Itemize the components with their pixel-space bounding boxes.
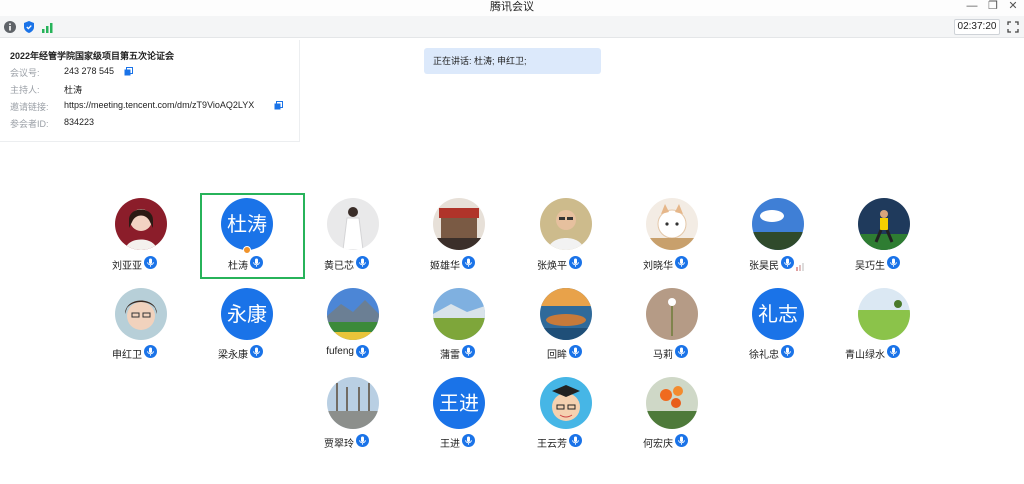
participant-avatar[interactable]: 杜涛: [221, 198, 273, 250]
host-label: 主持人:: [10, 85, 40, 95]
participant-avatar[interactable]: [327, 288, 379, 340]
participant-name: 青山绿水: [845, 350, 885, 361]
participant-id-label: 参会者ID:: [10, 119, 49, 129]
microphone-icon[interactable]: [144, 345, 157, 358]
participant-avatar[interactable]: [540, 288, 592, 340]
restore-icon[interactable]: ❐: [983, 0, 1003, 14]
participant-avatar[interactable]: [433, 288, 485, 340]
window-title: 腾讯会议: [490, 1, 534, 13]
invite-link[interactable]: https://meeting.tencent.com/dm/zT9VioAQ2…: [64, 100, 254, 110]
participant-name: 王进: [440, 439, 460, 450]
shield-icon[interactable]: [22, 20, 36, 34]
toolbar: [0, 16, 1024, 38]
meeting-timer: 02:37:20: [954, 19, 1000, 35]
participant-avatar[interactable]: 永康: [221, 288, 273, 340]
microphone-icon[interactable]: [781, 256, 794, 269]
copy-icon[interactable]: [274, 101, 283, 110]
minimize-icon[interactable]: —: [962, 0, 982, 14]
info-icon[interactable]: [3, 20, 17, 34]
microphone-icon[interactable]: [462, 345, 475, 358]
network-signal-icon: [796, 258, 806, 271]
microphone-icon[interactable]: [250, 345, 263, 358]
participant-avatar[interactable]: [646, 377, 698, 429]
participant-avatar[interactable]: 王进: [433, 377, 485, 429]
microphone-icon[interactable]: [675, 345, 688, 358]
participant-name: 何宏庆: [643, 439, 673, 450]
microphone-icon[interactable]: [569, 345, 582, 358]
participant-avatar[interactable]: [752, 198, 804, 250]
participant-avatar[interactable]: [646, 198, 698, 250]
microphone-icon[interactable]: [462, 434, 475, 447]
meeting-id-label: 会议号:: [10, 68, 40, 78]
microphone-icon[interactable]: [569, 256, 582, 269]
microphone-icon[interactable]: [569, 434, 582, 447]
signal-icon[interactable]: [41, 20, 55, 34]
microphone-icon[interactable]: [250, 256, 263, 269]
participant-name: 回眸: [547, 350, 567, 361]
participant-name: 申红卫: [112, 350, 142, 361]
participant-id-value: 834223: [64, 117, 95, 127]
participant-avatar[interactable]: [858, 288, 910, 340]
microphone-icon[interactable]: [144, 256, 157, 269]
participant-name: 刘亚亚: [112, 261, 142, 272]
invite-label: 邀请链接:: [10, 102, 49, 112]
participant-name: 蒲雷: [440, 350, 460, 361]
close-icon[interactable]: ✕: [1003, 0, 1023, 14]
microphone-icon[interactable]: [887, 256, 900, 269]
microphone-icon[interactable]: [781, 345, 794, 358]
fullscreen-icon[interactable]: [1006, 20, 1020, 34]
participant-avatar[interactable]: 礼志: [752, 288, 804, 340]
microphone-icon[interactable]: [887, 345, 900, 358]
microphone-icon[interactable]: [356, 256, 369, 269]
participant-name: 梁永康: [218, 350, 248, 361]
participant-avatar[interactable]: [115, 198, 167, 250]
participant-name: 黄已芯: [324, 261, 354, 272]
participant-name: 贾翠玲: [324, 439, 354, 450]
microphone-icon[interactable]: [675, 434, 688, 447]
participant-name: 吴巧生: [855, 261, 885, 272]
participant-name: 刘晓华: [643, 261, 673, 272]
title-bar: 腾讯会议 — ❐ ✕: [0, 0, 1024, 16]
participant-avatar[interactable]: [540, 377, 592, 429]
participant-avatar[interactable]: [646, 288, 698, 340]
participant-name: 徐礼忠: [749, 350, 779, 361]
speaking-banner: 正在讲话: 杜涛; 申红卫;: [424, 48, 601, 74]
participant-avatar[interactable]: [858, 198, 910, 250]
participant-avatar[interactable]: [115, 288, 167, 340]
participant-name: 王云芳: [537, 439, 567, 450]
participant-avatar[interactable]: [327, 377, 379, 429]
host-badge-icon: [243, 246, 251, 254]
microphone-icon[interactable]: [356, 345, 369, 358]
participant-name: fufeng: [326, 346, 354, 357]
microphone-icon[interactable]: [462, 256, 475, 269]
participant-name: 张昊民: [749, 261, 779, 272]
participant-avatar[interactable]: [433, 198, 485, 250]
participant-name: 杜涛: [228, 261, 248, 272]
participant-avatar[interactable]: [540, 198, 592, 250]
microphone-icon[interactable]: [356, 434, 369, 447]
microphone-icon[interactable]: [675, 256, 688, 269]
meeting-id-value: 243 278 545: [64, 66, 115, 76]
participant-name: 张焕平: [537, 261, 567, 272]
copy-icon[interactable]: [124, 67, 133, 76]
host-value: 杜涛: [64, 85, 83, 95]
participant-avatar[interactable]: [327, 198, 379, 250]
meeting-title: 2022年经管学院国家级项目第五次论证会: [10, 51, 175, 61]
meeting-info-card: 2022年经管学院国家级项目第五次论证会 会议号: 243 278 545 主持…: [0, 40, 300, 142]
participant-name: 马莉: [653, 350, 673, 361]
participant-name: 姬雄华: [430, 261, 460, 272]
